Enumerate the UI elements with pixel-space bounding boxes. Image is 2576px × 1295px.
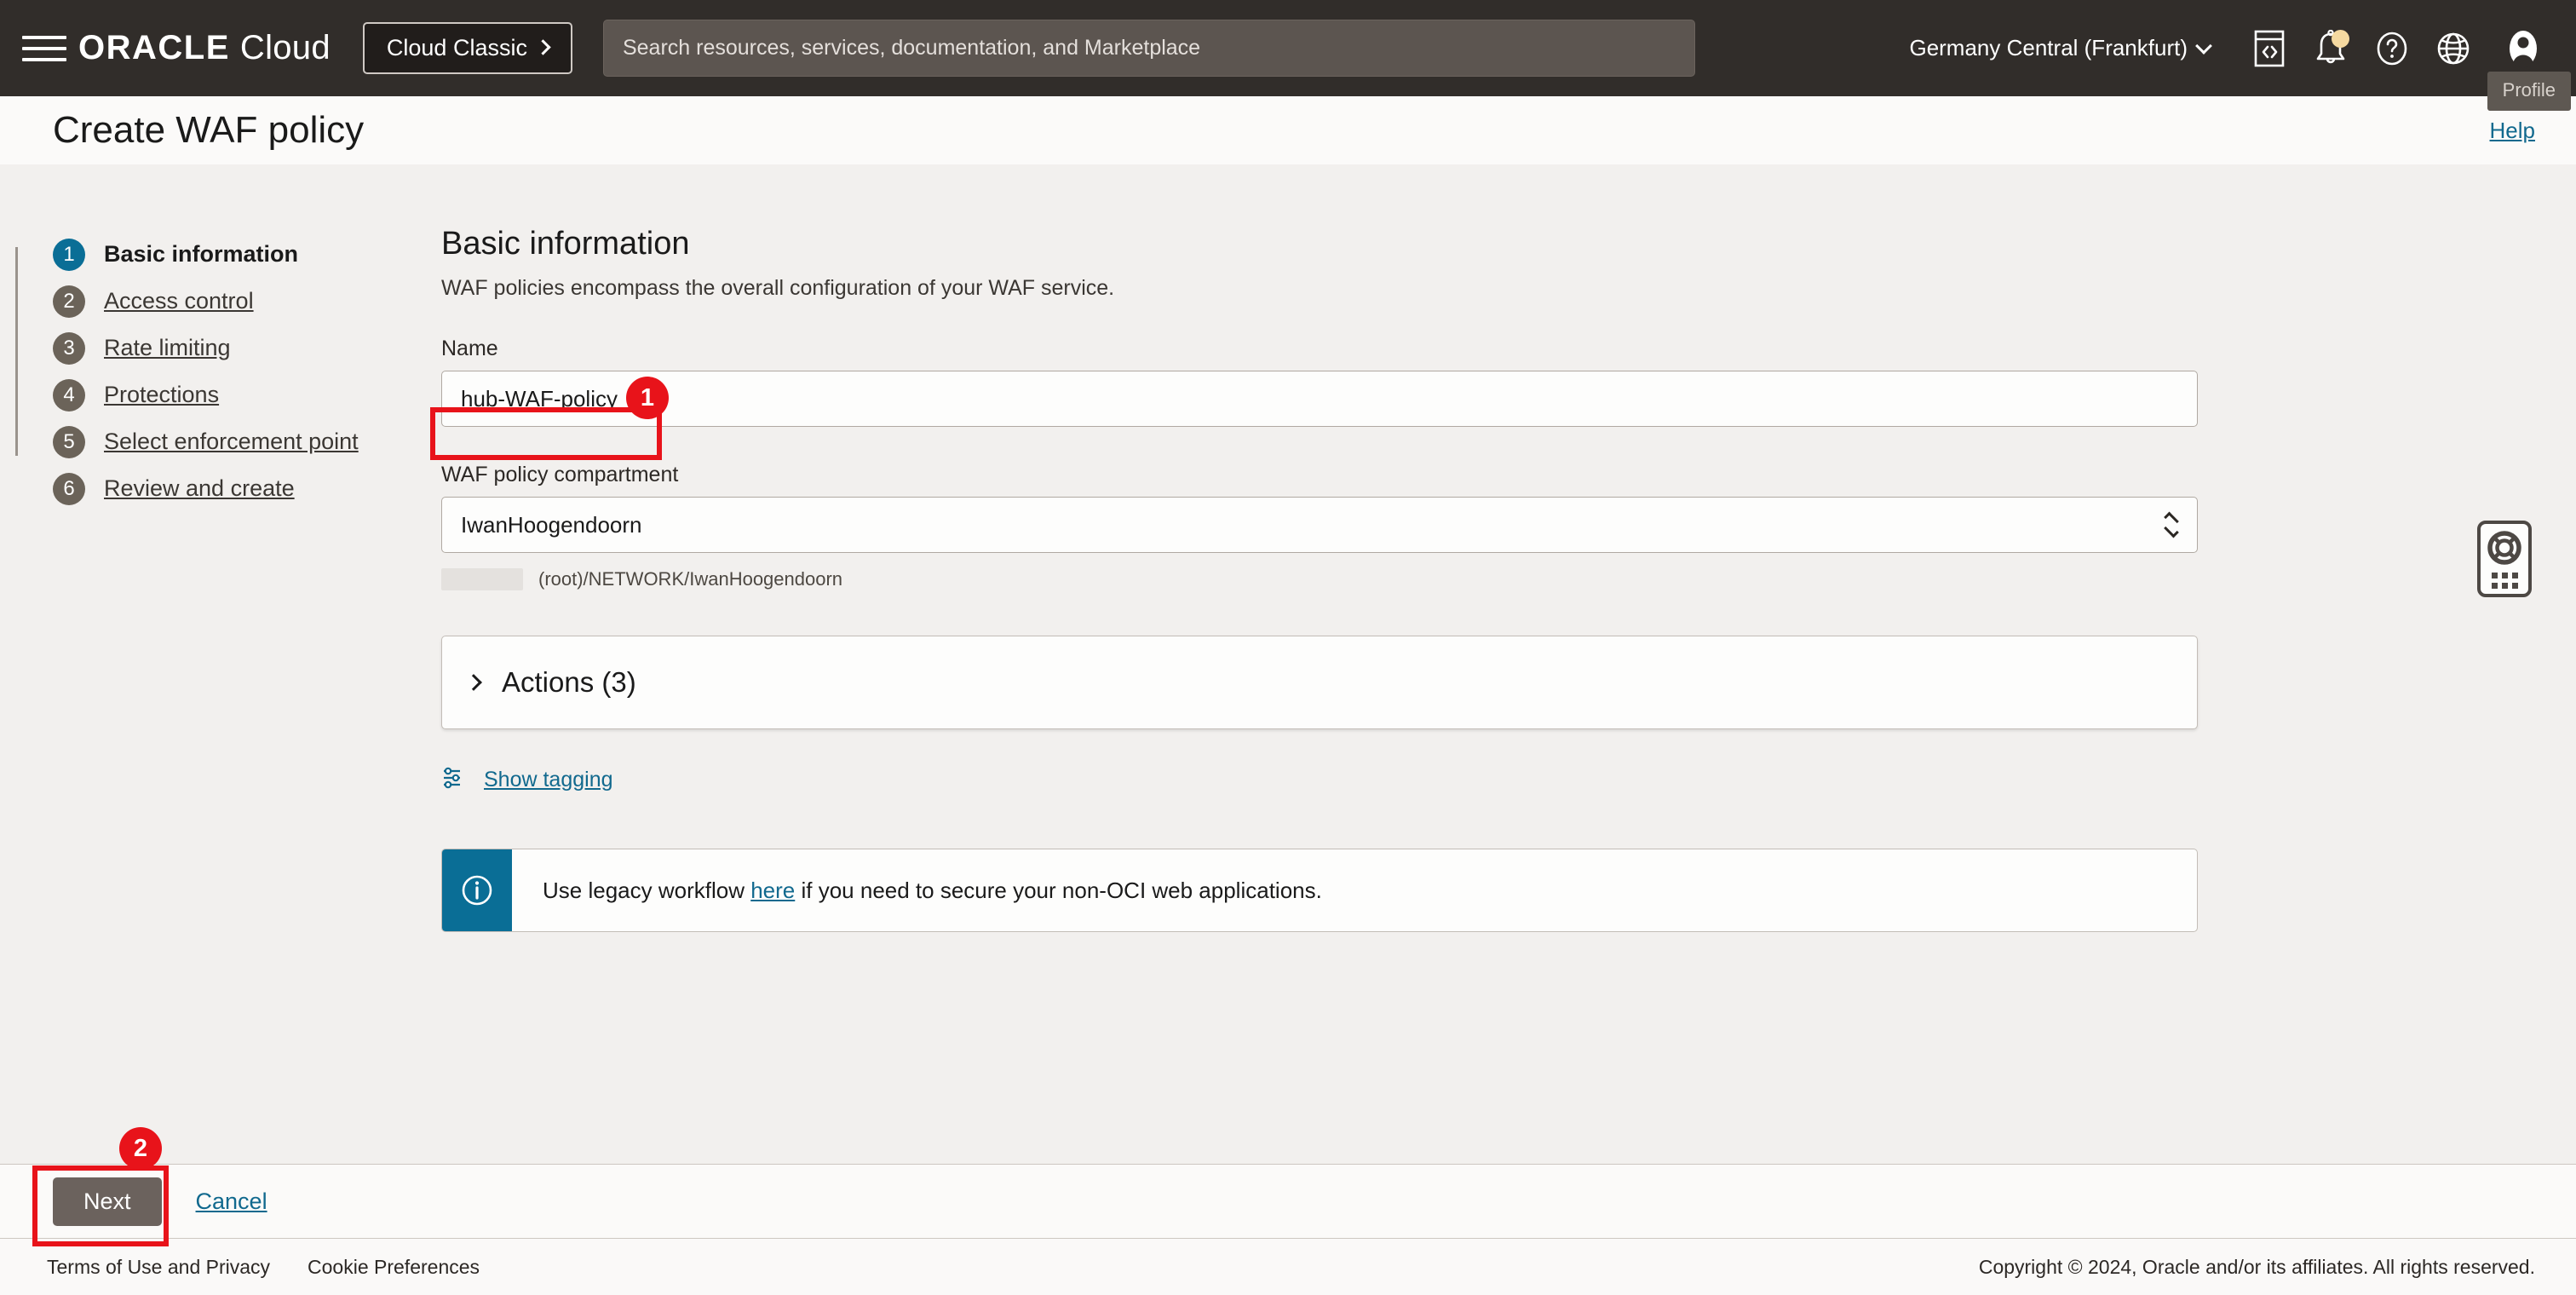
compartment-select[interactable]: IwanHoogendoorn — [441, 497, 2198, 553]
step-connector-line — [15, 247, 18, 456]
cancel-button[interactable]: Cancel — [196, 1189, 267, 1215]
profile-avatar-icon[interactable] — [2493, 18, 2554, 79]
step-number-badge: 1 — [53, 239, 85, 271]
show-tagging-label: Show tagging — [484, 768, 613, 792]
tag-sliders-icon — [441, 765, 467, 795]
page-root: ORACLE Cloud Cloud Classic Search resour… — [0, 0, 2576, 1295]
legacy-workflow-info-banner: Use legacy workflow here if you need to … — [441, 849, 2198, 932]
global-search-input[interactable]: Search resources, services, documentatio… — [603, 20, 1695, 77]
sidebar-item-protections[interactable]: 4 Protections — [53, 371, 426, 418]
notification-badge — [2332, 30, 2349, 48]
cookie-preferences-link[interactable]: Cookie Preferences — [308, 1256, 480, 1279]
legacy-workflow-here-link[interactable]: here — [750, 878, 795, 904]
main-content: Basic information WAF policies encompass… — [426, 164, 2576, 1164]
sidebar-item-review-and-create[interactable]: 6 Review and create — [53, 465, 426, 512]
info-text-after: if you need to secure your non-OCI web a… — [802, 878, 1322, 904]
info-text-before: Use legacy workflow — [543, 878, 745, 904]
region-selector[interactable]: Germany Central (Frankfurt) — [1909, 35, 2210, 61]
support-lifebuoy-widget[interactable] — [2477, 521, 2532, 597]
step-label: Rate limiting — [104, 335, 231, 361]
step-label: Select enforcement point — [104, 429, 359, 455]
brand-cloud-text: Cloud — [240, 29, 331, 67]
help-link[interactable]: Help — [2490, 118, 2535, 144]
cloud-classic-label: Cloud Classic — [387, 35, 527, 61]
actions-accordion-title: Actions (3) — [502, 666, 636, 699]
help-question-icon[interactable] — [2361, 18, 2423, 79]
lifebuoy-icon — [2486, 529, 2523, 567]
name-input[interactable]: hub-WAF-policy — [441, 371, 2198, 427]
top-navigation-bar: ORACLE Cloud Cloud Classic Search resour… — [0, 0, 2576, 96]
name-input-value: hub-WAF-policy — [461, 386, 618, 412]
page-body: 1 Basic information 2 Access control 3 R… — [0, 164, 2576, 1164]
sidebar-item-basic-information[interactable]: 1 Basic information — [53, 231, 426, 278]
step-number-badge: 6 — [53, 473, 85, 505]
cloud-classic-button[interactable]: Cloud Classic — [363, 22, 572, 74]
step-number-badge: 4 — [53, 379, 85, 412]
redacted-block — [441, 568, 523, 590]
info-circle-icon — [458, 872, 496, 909]
step-label: Basic information — [104, 241, 298, 268]
next-button[interactable]: Next — [53, 1177, 162, 1226]
step-number-badge: 3 — [53, 332, 85, 365]
step-label: Access control — [104, 288, 254, 314]
step-label: Protections — [104, 382, 219, 408]
top-nav-right-group: Germany Central (Frankfurt) — [1909, 0, 2554, 96]
page-header: Create WAF policy Help — [0, 96, 2576, 164]
section-title: Basic information — [441, 226, 2576, 262]
drag-handle-dots-icon[interactable] — [2492, 573, 2518, 589]
page-title: Create WAF policy — [53, 109, 364, 152]
step-number-badge: 5 — [53, 426, 85, 458]
compartment-path-text: (root)/NETWORK/IwanHoogendoorn — [538, 568, 842, 590]
compartment-select-value: IwanHoogendoorn — [461, 512, 642, 538]
copyright-text: Copyright © 2024, Oracle and/or its affi… — [1979, 1256, 2535, 1279]
notifications-bell-icon[interactable] — [2300, 18, 2361, 79]
info-banner-accent-bar — [442, 849, 512, 931]
wizard-action-bar: Next Cancel — [0, 1164, 2576, 1239]
sidebar-item-select-enforcement-point[interactable]: 5 Select enforcement point — [53, 418, 426, 465]
sidebar-item-access-control[interactable]: 2 Access control — [53, 278, 426, 325]
actions-accordion[interactable]: Actions (3) — [441, 636, 2198, 729]
step-label: Review and create — [104, 475, 295, 502]
oracle-cloud-logo[interactable]: ORACLE Cloud — [78, 29, 331, 67]
compartment-path-row: (root)/NETWORK/IwanHoogendoorn — [441, 568, 2576, 590]
language-globe-icon[interactable] — [2423, 18, 2484, 79]
brand-oracle-text: ORACLE — [78, 29, 230, 67]
terms-of-use-link[interactable]: Terms of Use and Privacy — [47, 1256, 270, 1279]
chevron-right-icon — [465, 674, 482, 691]
section-subtitle: WAF policies encompass the overall confi… — [441, 276, 2576, 301]
compartment-field-label: WAF policy compartment — [441, 463, 2576, 487]
region-label: Germany Central (Frankfurt) — [1909, 35, 2188, 61]
chevron-updown-icon — [2162, 515, 2178, 534]
search-placeholder-text: Search resources, services, documentatio… — [623, 36, 1200, 60]
info-banner-text: Use legacy workflow here if you need to … — [512, 849, 1322, 931]
sidebar-item-rate-limiting[interactable]: 3 Rate limiting — [53, 325, 426, 371]
show-tagging-link[interactable]: Show tagging — [441, 765, 613, 795]
cloud-shell-icon[interactable] — [2239, 18, 2300, 79]
name-field-label: Name — [441, 337, 2576, 361]
hamburger-menu-icon[interactable] — [22, 30, 66, 67]
chevron-down-icon — [2195, 37, 2212, 55]
profile-tooltip: Profile — [2487, 72, 2571, 111]
page-footer: Terms of Use and Privacy Cookie Preferen… — [0, 1239, 2576, 1295]
chevron-right-icon — [535, 39, 550, 55]
step-number-badge: 2 — [53, 285, 85, 318]
wizard-steps-sidebar: 1 Basic information 2 Access control 3 R… — [0, 164, 426, 1164]
